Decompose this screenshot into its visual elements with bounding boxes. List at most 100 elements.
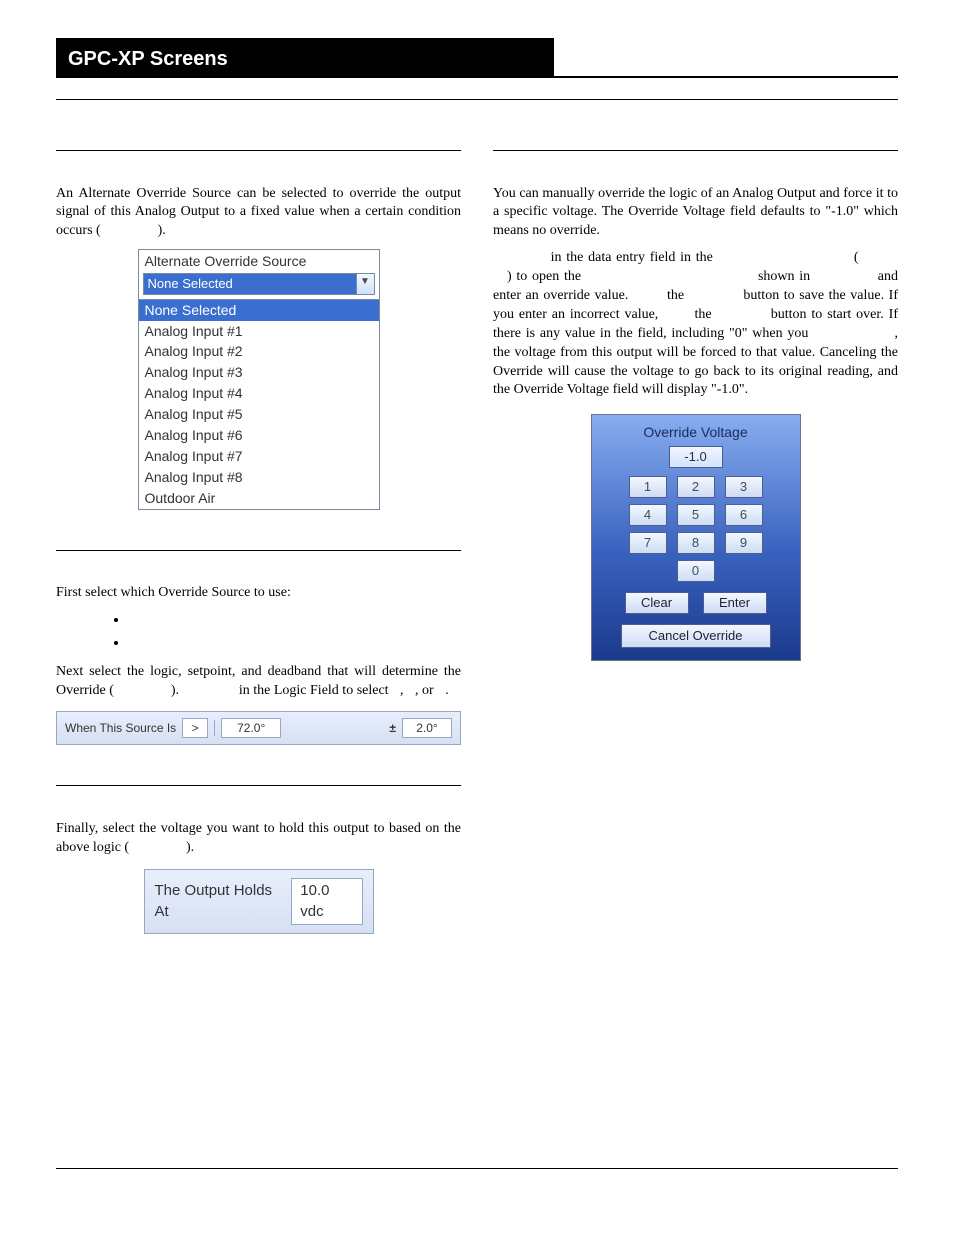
fig32-select[interactable]: None Selected ▼ — [143, 273, 375, 295]
footer-right: Prism 2 Configuration — [773, 1179, 898, 1197]
fig32-option[interactable]: Analog Input #7 — [139, 446, 379, 467]
keypad-row: 0 — [677, 560, 715, 582]
subhead-output-holds: Output Holds at Value — [56, 792, 461, 810]
fig33-setpoint-field[interactable]: 72.0° — [221, 718, 281, 738]
fig35-title: Override Voltage — [602, 423, 790, 442]
body-columns: Alternate Override Source An Alternate O… — [56, 150, 898, 956]
keypad-key-0[interactable]: 0 — [677, 560, 715, 582]
keypad-key-1[interactable]: 1 — [629, 476, 667, 498]
dialog-name: Override Voltage Dialog Box — [586, 269, 753, 284]
fig32-option[interactable]: Analog Input #3 — [139, 362, 379, 383]
right-column: Override Voltage You can manually overri… — [493, 150, 898, 956]
keypad-key-4[interactable]: 4 — [629, 504, 667, 526]
fig32-option[interactable]: Analog Input #1 — [139, 321, 379, 342]
op-eq: = — [437, 683, 445, 698]
list-label: Main — [128, 612, 160, 627]
fig32-option[interactable]: Analog Input #2 — [139, 341, 379, 362]
page-number: 38 — [0, 1201, 954, 1219]
fig32-option[interactable]: Outdoor Air — [139, 488, 379, 509]
fig35-keypad: Override Voltage -1.0 1 2 3 4 5 6 7 — [591, 414, 801, 660]
fig32-dropdown: Alternate Override Source None Selected … — [138, 249, 380, 509]
text: the — [690, 307, 717, 322]
fig35-keygrid: 1 2 3 4 5 6 7 8 9 0 — [602, 476, 790, 582]
action-click: Click — [633, 288, 663, 303]
text: Finally, select the voltage you want to … — [56, 821, 461, 855]
enter-button[interactable]: Enter — [703, 592, 767, 614]
keypad-actions: Clear Enter — [602, 592, 790, 614]
fig33-logic-bar: When This Source Is > 72.0° ± 2.0° — [56, 711, 461, 745]
fig33-logic-field[interactable]: > — [182, 718, 208, 738]
clear-button[interactable]: Clear — [625, 592, 689, 614]
figref-35: Figure 35 — [815, 269, 873, 284]
plus-minus-icon: ± — [389, 720, 396, 736]
fig32-option[interactable]: Analog Input #6 — [139, 425, 379, 446]
para-output-holds: Finally, select the voltage you want to … — [56, 820, 461, 858]
fig32-option-list: None Selected Analog Input #1 Analog Inp… — [139, 299, 379, 509]
fig35-display[interactable]: -1.0 — [669, 446, 723, 468]
chevron-down-icon[interactable]: ▼ — [356, 274, 374, 294]
op-gt: > — [407, 683, 415, 698]
cancel-override-button[interactable]: Cancel Override — [621, 624, 771, 648]
text: ). — [186, 840, 194, 855]
subhead-override-source: Override Source — [56, 557, 461, 575]
text: in the data entry field in the — [546, 250, 718, 265]
figref-32: Figure 32 — [101, 223, 158, 238]
action-leftclick: Left-click — [183, 683, 236, 698]
subhead-override-voltage: Override Voltage — [493, 157, 898, 175]
fig35-caption: Figure 35: Override Voltage Dialog Box — [493, 667, 898, 683]
action-click: click — [663, 307, 689, 322]
text: , — [400, 683, 407, 698]
keypad-key-7[interactable]: 7 — [629, 532, 667, 554]
text: ( — [849, 250, 858, 265]
keypad-row: 1 2 3 — [629, 476, 763, 498]
action-click: click — [813, 326, 839, 341]
fig32-option[interactable]: Analog Input #4 — [139, 383, 379, 404]
text: ). — [158, 223, 166, 238]
action-leftclick: Left-click — [493, 250, 546, 265]
footer-left: GPC-XP Controller Technical Guide — [56, 1179, 261, 1197]
footer: GPC-XP Controller Technical Guide Prism … — [56, 1179, 898, 1197]
keypad-key-5[interactable]: 5 — [677, 504, 715, 526]
keypad-key-3[interactable]: 3 — [725, 476, 763, 498]
list-label: Alternate — [128, 635, 185, 650]
btn-name-clear: <Clear> — [716, 307, 765, 322]
text: shown in — [753, 269, 815, 284]
divider — [56, 785, 461, 786]
page: GPC-XP Screens Analog Outputs Alternate … — [0, 0, 954, 1235]
figref-33: Figure 33 — [114, 683, 171, 698]
para-ov-steps: Left-click in the data entry field in th… — [493, 249, 898, 400]
op-lt: < — [392, 683, 400, 698]
text: ) to open the — [507, 269, 586, 284]
divider — [56, 550, 461, 551]
separator — [214, 720, 215, 736]
fig32-option[interactable]: Analog Input #5 — [139, 404, 379, 425]
header-band: GPC-XP Screens — [56, 38, 554, 76]
text: ). — [171, 683, 183, 698]
fig34-caption: Figure 34: Output Holds at Value — [56, 940, 461, 956]
text: , or — [415, 683, 437, 698]
fig34-label: The Output Holds At — [155, 881, 282, 922]
fig34-output-holds: The Output Holds At 10.0 vdc — [144, 869, 374, 934]
divider — [493, 150, 898, 151]
fig33-caption: Figure 33: Override Logic — [56, 751, 461, 767]
footer-rule — [56, 1168, 898, 1169]
text: . — [445, 683, 449, 698]
section-title: Analog Outputs — [56, 108, 898, 132]
para-select-source: First select which Override Source to us… — [56, 584, 461, 603]
keypad-key-8[interactable]: 8 — [677, 532, 715, 554]
fig33-deadband-field[interactable]: 2.0° — [402, 718, 452, 738]
list-item: Alternate — [128, 634, 461, 653]
para-alt-override: An Alternate Override Source can be sele… — [56, 185, 461, 242]
fig32-title: Alternate Override Source — [139, 250, 379, 273]
fig32-option[interactable]: Analog Input #8 — [139, 467, 379, 488]
rule-section — [56, 99, 898, 100]
fig32-option[interactable]: None Selected — [139, 300, 379, 321]
left-column: Alternate Override Source An Alternate O… — [56, 150, 461, 956]
text: the — [662, 288, 688, 303]
subhead-alt-override-source: Alternate Override Source — [56, 157, 461, 175]
fig34-value-field[interactable]: 10.0 vdc — [291, 878, 362, 925]
keypad-key-2[interactable]: 2 — [677, 476, 715, 498]
keypad-key-6[interactable]: 6 — [725, 504, 763, 526]
keypad-key-9[interactable]: 9 — [725, 532, 763, 554]
override-source-list: Main Alternate — [128, 611, 461, 653]
